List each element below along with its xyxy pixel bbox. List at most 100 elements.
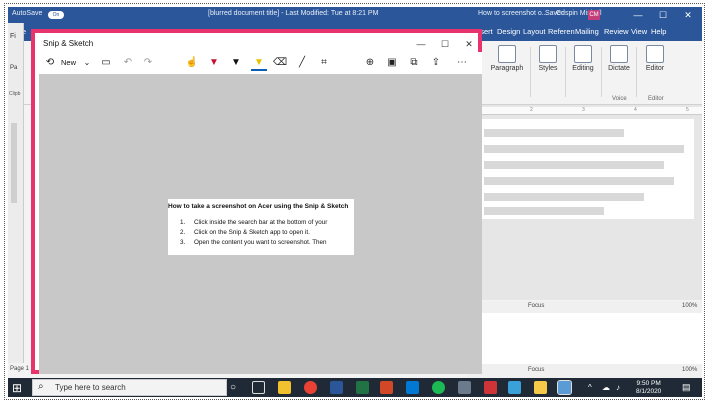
spotify-icon[interactable] (432, 381, 445, 394)
autosave-label: AutoSave (12, 10, 43, 17)
zoom-level[interactable]: 100% (682, 303, 697, 309)
microphone-icon (610, 45, 628, 63)
minimize-icon[interactable]: — (409, 36, 433, 52)
open-file-icon[interactable]: ▭ (99, 55, 113, 71)
tab-references[interactable]: Referen (548, 27, 575, 36)
word-status-bar-lower: Focus 100% (468, 364, 702, 378)
clock-time: 9:50 PM (636, 380, 661, 387)
store-icon[interactable] (406, 381, 419, 394)
photos-icon[interactable] (458, 381, 471, 394)
chrome-icon[interactable] (304, 381, 317, 394)
word-left-strip: Fi Pa Clipb (8, 23, 24, 363)
search-hint[interactable]: How to screenshot o... (478, 10, 548, 17)
snip-sketch-window: Snip & Sketch — ☐ ✕ ⟲ New ⌄ ▭ ↶ ↷ ☝ ▼ ▼ … (31, 29, 482, 374)
page-status: Page 1 (10, 366, 30, 372)
focus-mode[interactable]: Focus (528, 367, 544, 373)
save-icon[interactable]: ▣ (385, 55, 399, 71)
app-icon[interactable] (484, 381, 497, 394)
snip-title: Snip & Sketch (43, 39, 94, 48)
editor-label: Editor (645, 65, 665, 72)
app-icon[interactable] (508, 381, 521, 394)
tab-view[interactable]: View (631, 27, 647, 36)
cortana-icon[interactable]: ○ (230, 381, 243, 394)
styles-group[interactable]: Styles (534, 45, 562, 72)
blurred-line (484, 193, 644, 201)
dictate-label: Dictate (608, 65, 630, 72)
taskbar-search-box[interactable]: ⌕ Type here to search (32, 379, 227, 396)
word-title-bar: AutoSave On [blurred document title] - L… (8, 7, 702, 23)
snip-canvas[interactable]: How to take a screenshot on Acer using t… (39, 74, 482, 374)
touch-writing-icon[interactable]: ☝ (185, 55, 199, 71)
editing-group[interactable]: Editing (568, 45, 598, 72)
left-scrollbar[interactable] (11, 123, 17, 203)
ballpoint-pen-icon[interactable]: ▼ (207, 55, 221, 71)
editor-group[interactable]: Editor (640, 45, 670, 72)
ruler-icon[interactable]: ╱ (295, 55, 309, 71)
lower-document-area (468, 313, 702, 364)
tab-review[interactable]: Review (604, 27, 629, 36)
paragraph-group[interactable]: Paragraph (488, 45, 526, 72)
ribbon-divider (565, 47, 566, 97)
windows-taskbar: ⊞ ⌕ Type here to search ○ ^ ☁ ♪ 9:50 PM … (8, 378, 702, 397)
file-explorer-icon[interactable] (278, 381, 291, 394)
taskbar-clock[interactable]: 9:50 PM 8/1/2020 (636, 380, 661, 396)
blurred-line (484, 207, 604, 215)
blurred-line (484, 161, 664, 169)
tab-layout[interactable]: Layout (523, 27, 546, 36)
notifications-icon[interactable]: ▤ (682, 381, 695, 394)
close-icon[interactable]: ✕ (678, 8, 698, 22)
word-icon[interactable] (330, 381, 343, 394)
new-button[interactable]: New (61, 58, 76, 67)
document-page[interactable] (474, 119, 694, 219)
pencil-icon[interactable]: ▼ (229, 55, 243, 71)
blurred-line (484, 145, 684, 153)
find-icon (574, 45, 592, 63)
snippet-step: 3. Open the content you want to screensho… (180, 239, 327, 246)
eraser-icon[interactable]: ⌫ (273, 55, 287, 71)
maximize-icon[interactable]: ☐ (433, 36, 457, 52)
styles-label: Styles (538, 65, 558, 72)
focus-mode[interactable]: Focus (528, 303, 544, 309)
chevron-down-icon[interactable]: ⌄ (81, 55, 93, 71)
dictate-group[interactable]: Dictate (604, 45, 634, 72)
file-tab-fragment: Fi (10, 33, 16, 40)
cloud-icon[interactable]: ☁ (602, 381, 615, 394)
snip-sketch-taskbar-icon[interactable] (557, 380, 572, 395)
clock-date: 8/1/2020 (636, 388, 662, 395)
sticky-notes-icon[interactable] (534, 381, 547, 394)
ribbon-divider (530, 47, 531, 97)
highlighter-icon[interactable]: ▼ (251, 55, 267, 71)
clipboard-fragment: Clipb (9, 91, 21, 97)
excel-icon[interactable] (356, 381, 369, 394)
autosave-toggle[interactable]: On (48, 11, 64, 19)
show-hidden-icons-icon[interactable]: ^ (588, 381, 601, 394)
task-view-icon[interactable] (252, 381, 265, 394)
editing-label: Editing (572, 65, 594, 72)
undo-icon[interactable]: ↶ (121, 55, 135, 71)
tab-mailings[interactable]: Mailing (575, 27, 599, 36)
snippet-step: 2. Click on the Snip & Sketch app to open… (180, 229, 310, 236)
tab-design[interactable]: Design (497, 27, 520, 36)
share-icon[interactable]: ⇪ (429, 55, 443, 71)
document-title: [blurred document title] - Last Modified… (208, 10, 379, 17)
volume-icon[interactable]: ♪ (616, 381, 629, 394)
new-snip-icon[interactable]: ⟲ (43, 55, 57, 71)
minimize-icon[interactable]: — (628, 8, 648, 22)
zoom-level[interactable]: 100% (682, 367, 697, 373)
crop-icon[interactable]: ⌗ (317, 55, 331, 71)
paste-fragment: Pa (10, 65, 18, 71)
search-icon: ⌕ (38, 381, 44, 392)
editor-pen-icon (646, 45, 664, 63)
tab-help[interactable]: Help (651, 27, 666, 36)
word-status-bar: Focus 100% (468, 301, 702, 313)
copy-icon[interactable]: ⧉ (407, 55, 421, 71)
close-icon[interactable]: ✕ (457, 36, 481, 52)
voice-group-label: Voice (612, 96, 627, 102)
user-avatar[interactable]: CM (588, 10, 600, 20)
zoom-icon[interactable]: ⊕ (363, 55, 377, 71)
redo-icon[interactable]: ↷ (141, 55, 155, 71)
powerpoint-icon[interactable] (380, 381, 393, 394)
windows-start-icon[interactable]: ⊞ (12, 381, 26, 395)
more-options-icon[interactable]: ⋯ (453, 55, 471, 71)
maximize-icon[interactable]: ☐ (653, 8, 673, 22)
